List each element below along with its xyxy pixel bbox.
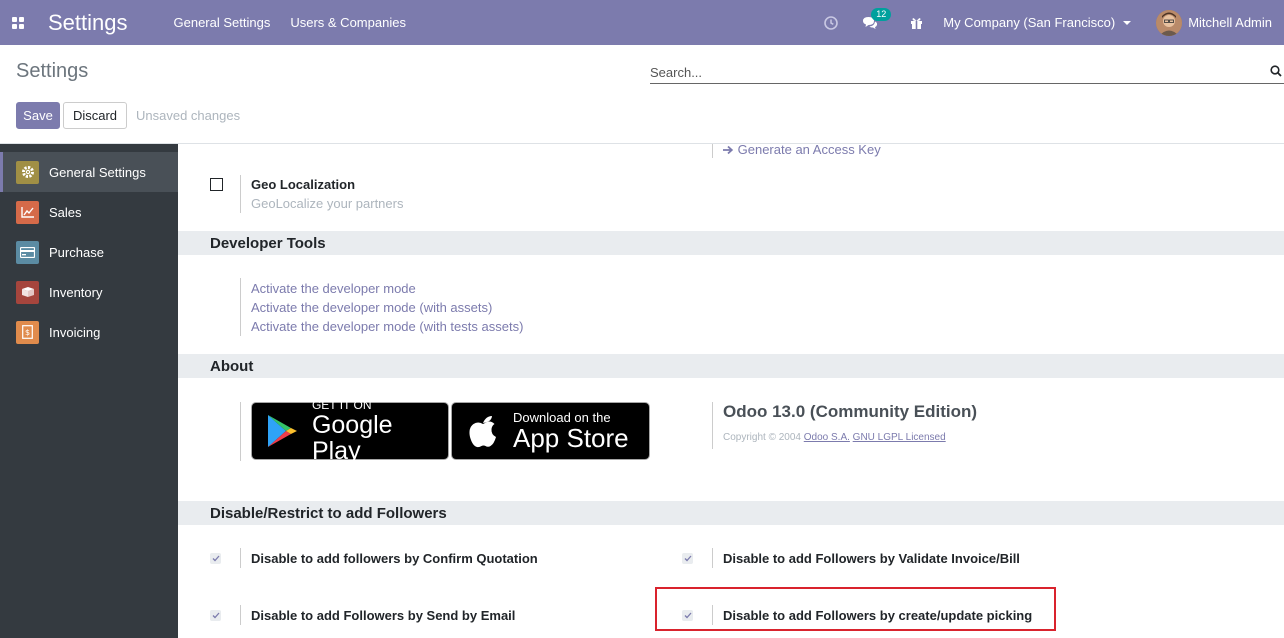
discard-button[interactable]: Discard (63, 102, 127, 129)
send-by-email-label: Disable to add Followers by Send by Emai… (251, 608, 516, 623)
top-navbar: Settings General Settings Users & Compan… (0, 0, 1284, 45)
sidebar-item-purchase[interactable]: Purchase (0, 232, 178, 272)
divider (712, 144, 713, 158)
check-icon (684, 555, 691, 562)
svg-text:$: $ (25, 328, 30, 337)
activate-developer-mode-assets-link[interactable]: Activate the developer mode (with assets… (251, 300, 492, 315)
copyright-line: Copyright © 2004 Odoo S.A. GNU LGPL Lice… (723, 432, 946, 443)
activity-clock-icon[interactable] (824, 15, 839, 30)
divider (712, 402, 713, 449)
menu-users-companies[interactable]: Users & Companies (290, 15, 406, 30)
send-by-email-checkbox[interactable] (210, 610, 221, 621)
app-brand[interactable]: Settings (48, 10, 128, 36)
sidebar-item-sales[interactable]: Sales (0, 192, 178, 232)
google-play-top: GET IT ON (311, 397, 372, 412)
user-menu[interactable]: Mitchell Admin (1156, 9, 1272, 36)
validate-invoice-label: Disable to add Followers by Validate Inv… (723, 551, 1020, 566)
gift-icon[interactable] (910, 16, 923, 30)
sidebar-item-label: Invoicing (49, 324, 101, 340)
sidebar-item-inventory[interactable]: Inventory (0, 272, 178, 312)
messages-count-badge: 12 (871, 7, 892, 21)
geo-localization-desc: GeoLocalize your partners (251, 196, 404, 211)
search-input[interactable]: Search... (650, 65, 1270, 80)
check-icon (212, 612, 219, 619)
company-switcher[interactable]: My Company (San Francisco) (943, 15, 1132, 30)
app-store-button[interactable]: Download on the App Store (451, 402, 650, 460)
confirm-quotation-checkbox[interactable] (210, 553, 221, 564)
settings-sidebar: General Settings Sales Purchase Inventor… (0, 144, 178, 638)
app-store-text: Download on the App Store (513, 410, 629, 453)
menu-general-settings[interactable]: General Settings (174, 15, 271, 30)
google-play-text: GET IT ON Google Play (311, 397, 448, 465)
activate-developer-mode-link[interactable]: Activate the developer mode (251, 281, 416, 296)
invoice-icon: $ (16, 320, 39, 344)
google-play-icon (267, 415, 297, 447)
generate-access-key-label: Generate an Access Key (737, 144, 881, 157)
settings-content: Generate an Access Key Geo Localization … (178, 144, 1284, 638)
divider (240, 548, 241, 568)
arrow-right-icon (723, 145, 734, 155)
google-play-button[interactable]: GET IT ON Google Play (251, 398, 449, 464)
odoo-version: Odoo 13.0 (Community Edition) (723, 402, 978, 421)
check-icon (212, 555, 219, 562)
box-icon (16, 280, 39, 304)
messages-icon[interactable]: 12 (862, 7, 892, 30)
divider (240, 278, 241, 336)
chevron-down-icon (1123, 20, 1132, 25)
confirm-quotation-label: Disable to add followers by Confirm Quot… (251, 551, 538, 566)
search-bar[interactable]: Search... (650, 61, 1284, 84)
search-icon[interactable] (1270, 64, 1282, 80)
company-name: My Company (San Francisco) (943, 15, 1116, 30)
divider (712, 548, 713, 568)
geo-localization-title: Geo Localization (251, 177, 356, 192)
copyright-text: Copyright © 2004 (723, 432, 801, 443)
highlight-annotation-box (655, 587, 1056, 631)
divider (240, 175, 241, 213)
divider (240, 605, 241, 625)
app-store-bottom: App Store (513, 422, 629, 453)
generate-access-key-link[interactable]: Generate an Access Key (723, 144, 881, 157)
sidebar-item-label: Sales (49, 204, 82, 220)
geo-localization-checkbox[interactable] (210, 178, 223, 191)
user-name: Mitchell Admin (1188, 15, 1272, 30)
chart-icon (16, 200, 39, 224)
gear-icon (16, 160, 39, 184)
sidebar-item-general-settings[interactable]: General Settings (0, 152, 178, 192)
license-link[interactable]: GNU LGPL Licensed (853, 432, 946, 443)
sidebar-item-label: General Settings (49, 164, 146, 180)
unsaved-changes-text: Unsaved changes (136, 108, 241, 123)
apps-menu-icon[interactable] (0, 0, 36, 45)
save-button[interactable]: Save (16, 102, 60, 129)
followers-header: Disable/Restrict to add Followers (178, 501, 1284, 525)
odoo-sa-link[interactable]: Odoo S.A. (804, 432, 850, 443)
credit-card-icon (16, 240, 39, 264)
about-header: About (178, 354, 1284, 378)
apple-icon (469, 416, 496, 448)
control-panel: Settings Search... Save Discard Unsaved … (0, 45, 1284, 144)
sidebar-item-label: Purchase (49, 244, 104, 260)
developer-tools-header: Developer Tools (178, 231, 1284, 255)
validate-invoice-checkbox[interactable] (682, 553, 693, 564)
google-play-bottom: Google Play (311, 410, 393, 465)
sidebar-item-invoicing[interactable]: $ Invoicing (0, 312, 178, 352)
sidebar-item-label: Inventory (49, 284, 103, 300)
avatar (1156, 9, 1183, 36)
page-title: Settings (16, 60, 89, 82)
divider (240, 402, 241, 461)
activate-developer-mode-tests-link[interactable]: Activate the developer mode (with tests … (251, 319, 523, 334)
